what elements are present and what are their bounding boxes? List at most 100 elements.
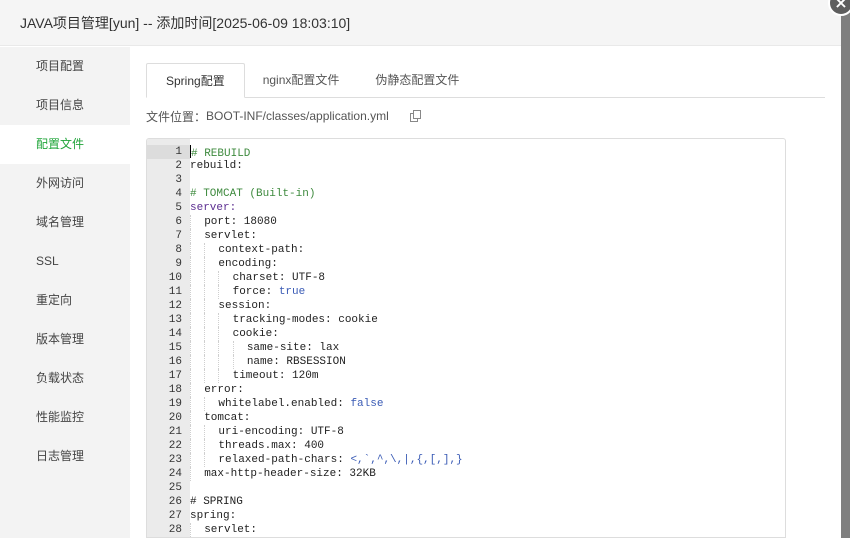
code-editor[interactable]: 1 # REBUILD 2 rebuild: 3 4 # TOMCAT (Built-in)… [146,138,786,538]
code-token: force: [232,286,279,298]
code-token: servlet: [204,524,258,536]
code-line: 16 name: RBSESSION [147,355,785,369]
sidebar-item-domain-management[interactable]: 域名管理 [0,203,130,242]
project-dialog: JAVA项目管理[yun] -- 添加时间[2025-06-09 18:03:1… [0,0,841,538]
dialog-title: JAVA项目管理[yun] -- 添加时间[2025-06-09 18:03:1… [20,14,351,31]
code-line: 24 max-http-header-size: 32KB [147,467,785,481]
code-line: 26 # SPRING [147,495,785,509]
dialog-header: JAVA项目管理[yun] -- 添加时间[2025-06-09 18:03:1… [0,0,841,46]
sidebar-item-log-management[interactable]: 日志管理 [0,437,130,476]
line-number: 17 [168,370,182,382]
sidebar-item-config-file[interactable]: 配置文件 [0,125,130,164]
indent-guide [218,341,232,355]
code-token: max-http-header-size: 32KB [204,468,376,480]
line-number: 4 [175,188,182,200]
code-line: 18 error: [147,383,785,397]
indent-guide [190,397,204,411]
sidebar-item-redirect[interactable]: 重定向 [0,281,130,320]
code-text: threads.max: 400 [190,439,785,453]
code-line: 27 spring: [147,509,785,523]
code-token: server: [190,202,237,214]
code-token: true [278,286,306,298]
line-number: 9 [175,258,182,270]
code-token: cookie: [232,328,279,340]
code-token: session: [218,300,272,312]
indent-guide [190,285,204,299]
code-line: 2 rebuild: [147,159,785,173]
code-text: tomcat: [190,411,785,425]
indent-guide [232,355,247,369]
code-text: cookie: [190,327,785,341]
indent-guide [204,257,218,271]
tab-rewrite-config[interactable]: 伪静态配置文件 [357,63,477,98]
code-token: error: [204,384,244,396]
code-line: 5 server: [147,201,785,215]
file-location-label: 文件位置： [146,109,207,124]
sidebar-item-project-config[interactable]: 项目配置 [0,47,130,86]
line-number: 24 [168,468,182,480]
code-token: <,`,^,\,|,{,[,],} [350,454,463,466]
line-number: 7 [175,230,182,242]
indent-guide [204,299,218,313]
indent-guide [204,243,218,257]
code-token: port: 18080 [204,216,277,228]
code-token: encoding: [218,258,278,270]
code-text: rebuild: [190,159,785,173]
line-number: 23 [168,454,182,466]
indent-guide [190,215,204,229]
indent-guide [204,369,218,383]
line-number: 19 [168,398,182,410]
code-text: same-site: lax [190,341,785,355]
line-number: 1 [147,145,190,159]
code-text: error: [190,383,785,397]
line-number: 22 [168,440,182,452]
code-text: session: [190,299,785,313]
editor-lines[interactable]: 1 # REBUILD 2 rebuild: 3 4 # TOMCAT (Built-in)… [147,139,785,537]
sidebar-item-load-status[interactable]: 负载状态 [0,359,130,398]
line-number: 13 [168,314,182,326]
code-text: # TOMCAT (Built-in) [190,187,785,201]
indent-guide [204,313,218,327]
line-number: 18 [168,384,182,396]
copy-icon[interactable] [409,110,421,122]
code-token: rebuild: [190,160,243,172]
indent-guide [190,369,204,383]
code-text: # SPRING [190,495,785,509]
code-line: 12 session: [147,299,785,313]
code-line: 4 # TOMCAT (Built-in) [147,187,785,201]
code-text: uri-encoding: UTF-8 [190,425,785,439]
tab-spring-config[interactable]: Spring配置 [146,63,245,98]
sidebar-item-external-access[interactable]: 外网访问 [0,164,130,203]
code-text: name: RBSESSION [190,355,785,369]
sidebar-item-version-management[interactable]: 版本管理 [0,320,130,359]
code-text: servlet: [190,229,785,243]
code-line: 11 force: true [147,285,785,299]
tab-bar: Spring配置 nginx配置文件 伪静态配置文件 [146,63,825,98]
line-number: 26 [168,496,182,508]
code-token: name: RBSESSION [246,356,346,368]
indent-guide [190,523,204,537]
sidebar-item-performance-monitor[interactable]: 性能监控 [0,398,130,437]
tab-nginx-config[interactable]: nginx配置文件 [245,63,358,98]
indent-guide [218,285,232,299]
code-token: same-site: lax [246,342,340,354]
indent-guide [190,439,204,453]
sidebar-item-ssl[interactable]: SSL [0,242,130,281]
code-token: false [350,398,384,410]
indent-guide [204,439,218,453]
code-line: 13 tracking-modes: cookie [147,313,785,327]
indent-guide [190,425,204,439]
line-number: 2 [175,160,182,172]
line-number: 12 [168,300,182,312]
code-token: charset: UTF-8 [232,272,326,284]
code-token: # TOMCAT (Built-in) [190,188,316,200]
code-line: 14 cookie: [147,327,785,341]
sidebar-item-project-info[interactable]: 项目信息 [0,86,130,125]
indent-guide [190,341,204,355]
code-line: 21 uri-encoding: UTF-8 [147,425,785,439]
file-location-path: BOOT-INF/classes/application.yml [206,109,389,123]
line-number: 8 [175,244,182,256]
indent-guide [204,271,218,285]
code-line: 6 port: 18080 [147,215,785,229]
indent-guide [190,467,204,481]
